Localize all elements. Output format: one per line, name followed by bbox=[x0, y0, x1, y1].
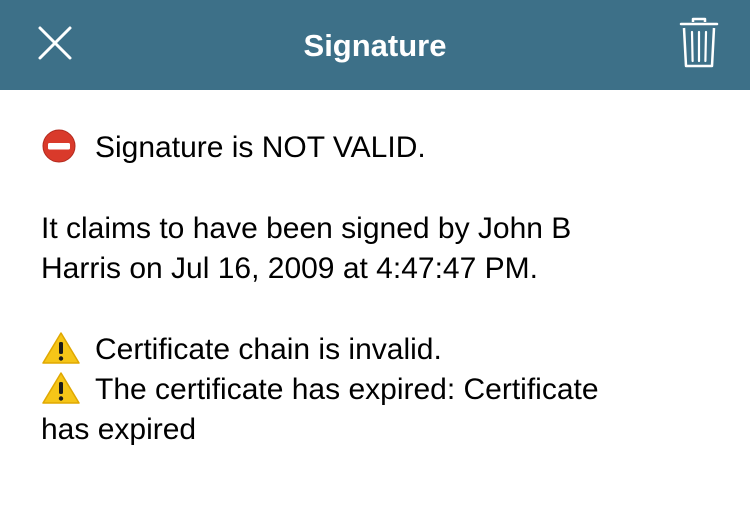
warning-icon bbox=[41, 371, 81, 404]
delete-button[interactable] bbox=[668, 14, 730, 76]
warning-icon bbox=[41, 331, 81, 364]
page-title: Signature bbox=[303, 28, 447, 63]
warning-text-continued: has expired bbox=[41, 413, 197, 446]
warning-text: Certificate chain is invalid. bbox=[95, 333, 442, 366]
warning-item: The certificate has expired: Certificate bbox=[41, 370, 721, 410]
warning-item: Certificate chain is invalid. bbox=[41, 330, 721, 370]
signer-line-2: Harris on Jul 16, 2009 at 4:47:47 PM. bbox=[41, 252, 538, 285]
top-bar: Signature bbox=[0, 0, 750, 90]
no-entry-icon bbox=[41, 129, 81, 163]
status-text: Signature is NOT VALID. bbox=[95, 131, 426, 164]
warning-text: The certificate has expired: Certificate bbox=[95, 373, 599, 406]
signer-line-1: It claims to have been signed by John B bbox=[41, 212, 572, 245]
trash-icon bbox=[679, 17, 719, 74]
signature-details: Signature is NOT VALID. It claims to hav… bbox=[41, 128, 721, 450]
status-line: Signature is NOT VALID. bbox=[41, 128, 721, 168]
